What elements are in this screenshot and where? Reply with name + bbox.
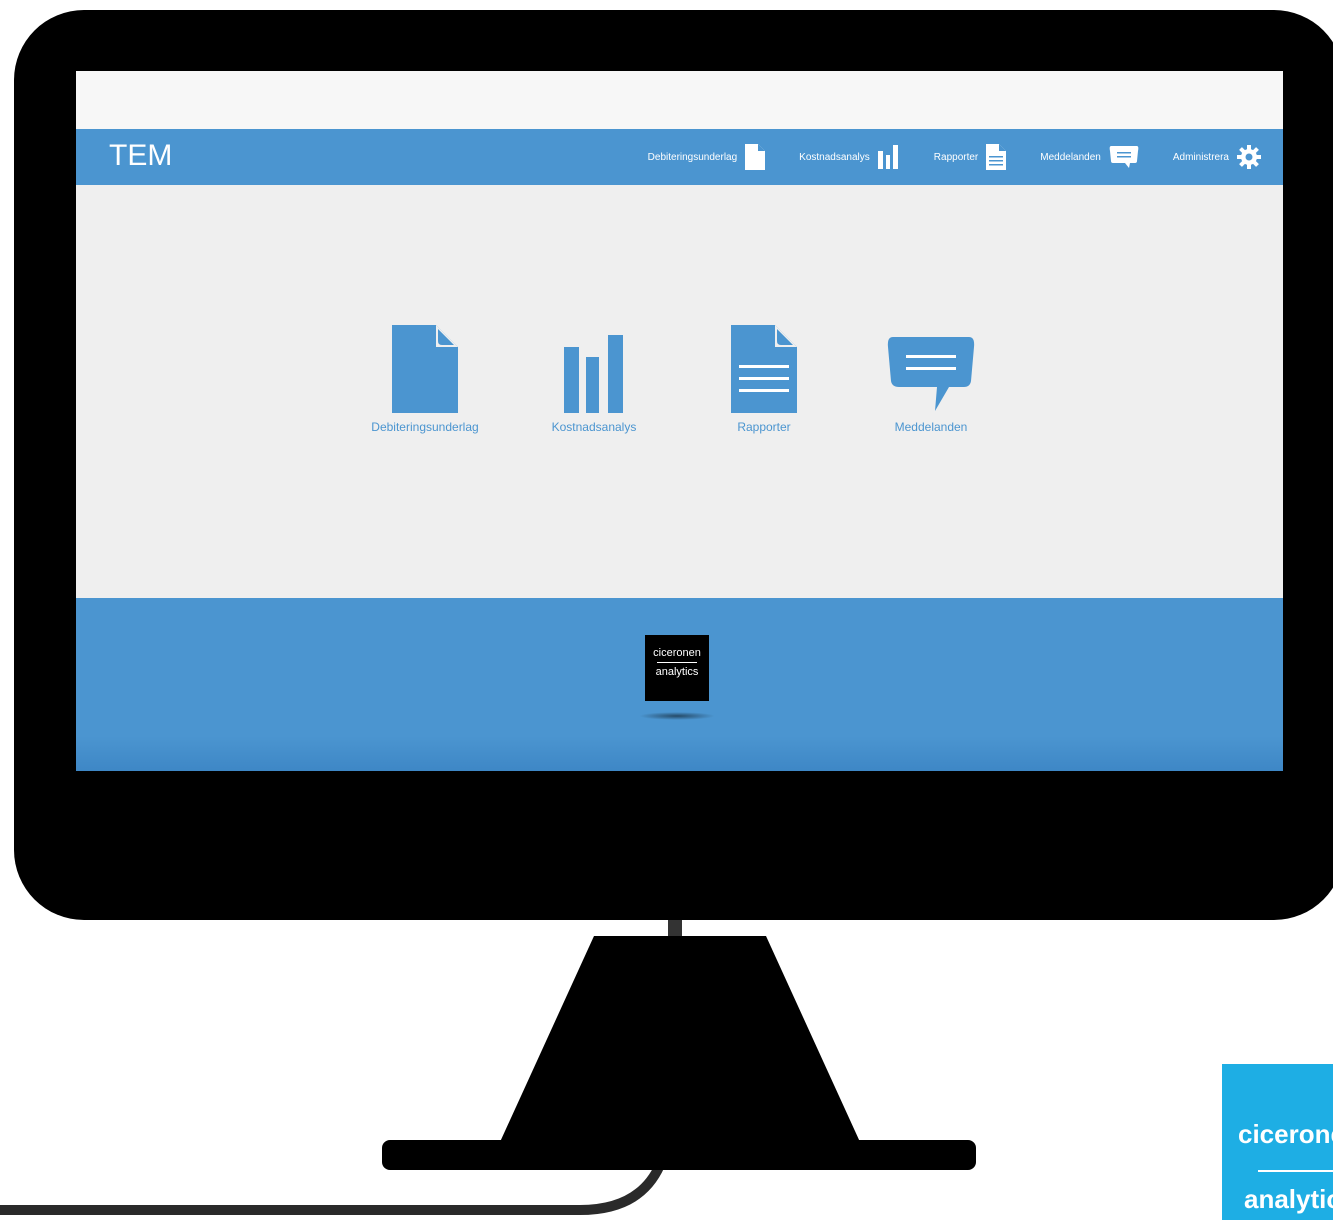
logo-line2: analytics (655, 666, 699, 678)
monitor-stand-body (500, 936, 860, 1142)
bar-chart-icon (564, 335, 623, 413)
nav-debiteringsunderlag[interactable]: Debiteringsunderlag (648, 144, 766, 170)
document-icon (745, 144, 766, 170)
monitor-cable (0, 1162, 665, 1215)
app-header: TEM Debiteringsunderlag Kostnadsanalys R… (76, 129, 1283, 185)
nav-kostnadsanalys[interactable]: Kostnadsanalys (799, 145, 900, 169)
nav-label: Kostnadsanalys (799, 151, 870, 163)
top-nav: Debiteringsunderlag Kostnadsanalys Rappo… (614, 129, 1261, 185)
corner-logo-rule (1258, 1170, 1333, 1172)
tile-label: Rapporter (737, 420, 791, 434)
document-icon (392, 325, 458, 413)
tile-meddelanden[interactable]: Meddelanden (851, 318, 1011, 434)
bar-chart-icon (877, 145, 898, 169)
corner-logo-line1: ciceronen (1238, 1119, 1333, 1149)
gear-icon (1237, 145, 1261, 169)
monitor-screen: TEM Debiteringsunderlag Kostnadsanalys R… (76, 71, 1283, 771)
tile-debiteringsunderlag[interactable]: Debiteringsunderlag (345, 318, 505, 434)
screen-top-strip (76, 71, 1283, 129)
nav-label: Debiteringsunderlag (647, 151, 738, 163)
nav-label: Administrera (1172, 151, 1229, 163)
tile-rapporter[interactable]: Rapporter (684, 318, 844, 434)
logo-shadow (639, 712, 715, 720)
nav-label: Meddelanden (1040, 151, 1101, 163)
corner-ciceronen-logo: ciceronen analytics (1222, 1064, 1333, 1220)
nav-administrera[interactable]: Administrera (1173, 145, 1261, 169)
report-icon (986, 144, 1007, 170)
nav-label: Rapporter (933, 151, 979, 163)
app-title: TEM (109, 139, 173, 172)
report-icon (731, 325, 797, 413)
tile-label: Meddelanden (894, 420, 968, 434)
ciceronen-logo: ciceronen analytics (645, 635, 709, 701)
monitor-stand-base (382, 1140, 976, 1170)
message-icon (1109, 146, 1139, 168)
nav-meddelanden[interactable]: Meddelanden (1040, 145, 1139, 169)
tile-label: Kostnadsanalys (551, 420, 637, 434)
corner-logo-line2: analytics (1244, 1184, 1333, 1214)
tile-label: Debiteringsunderlag (371, 420, 479, 434)
logo-rule (657, 662, 697, 663)
dashboard-content: Debiteringsunderlag Kostnadsanalys Rappo… (76, 185, 1283, 598)
nav-rapporter[interactable]: Rapporter (933, 144, 1007, 170)
app-footer: ciceronen analytics (76, 598, 1283, 771)
tile-kostnadsanalys[interactable]: Kostnadsanalys (514, 318, 674, 434)
message-icon (887, 337, 975, 411)
logo-line1: ciceronen (653, 647, 701, 659)
